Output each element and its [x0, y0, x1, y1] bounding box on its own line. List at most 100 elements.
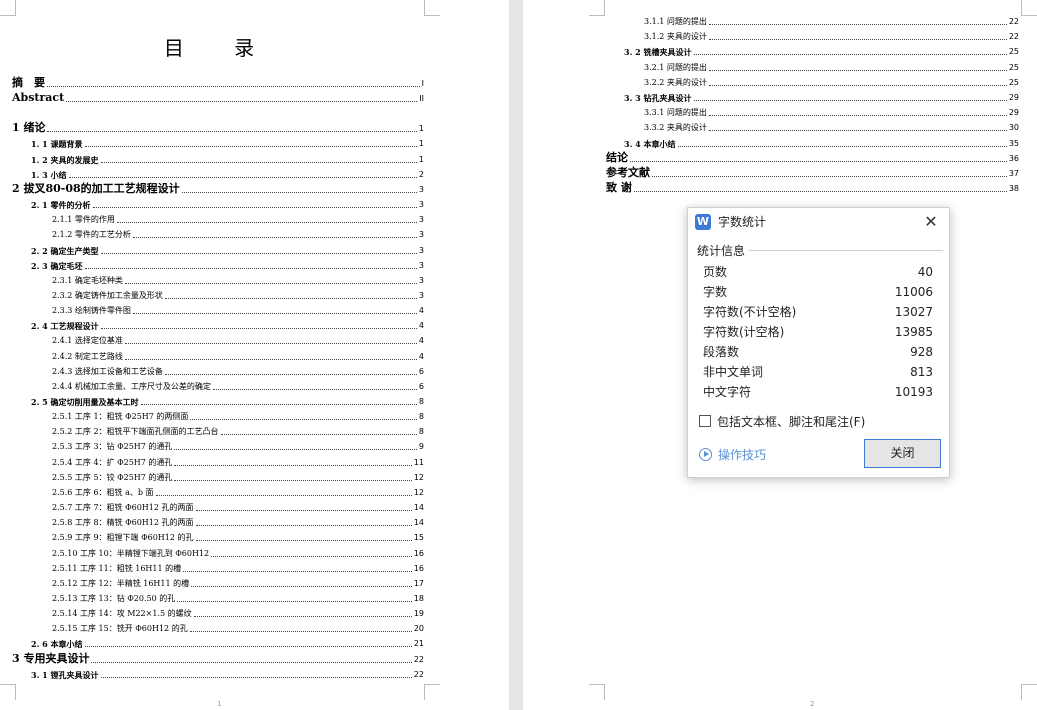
- toc-entry[interactable]: 3. 1 镗孔夹具设计 22: [31, 666, 424, 680]
- toc-entry[interactable]: 3.2.2 夹具的设计 25: [644, 74, 1019, 88]
- toc-entry[interactable]: 2.1.2 零件的工艺分析 3: [52, 226, 424, 240]
- toc-entry[interactable]: 1 绪论 1: [12, 120, 424, 134]
- toc-dot-leader: [190, 419, 417, 421]
- toc-entry-page: 3: [418, 230, 424, 240]
- toc-entry-page: 8: [418, 397, 424, 406]
- toc-entry[interactable]: 3.2.1 问题的提出 25: [644, 59, 1019, 73]
- toc-entry[interactable]: 2.5.10 工序 10：半精镗下端孔到 Φ60H12 16: [52, 545, 424, 559]
- divider: [749, 249, 943, 251]
- toc-entry[interactable]: 2. 4 工艺规程设计 4: [31, 317, 424, 331]
- toc-dot-leader: [220, 434, 417, 436]
- toc-entry-title: 2. 2 确定生产类型: [31, 245, 99, 256]
- close-button[interactable]: 关闭: [864, 439, 941, 468]
- toc-entry-title: Abstract: [12, 91, 65, 105]
- toc-entry[interactable]: 2.4.1 选择定位基准 4: [52, 332, 424, 346]
- document-page-1: 目 录 摘 要 I Abstract II 1 绪论 1 1. 1 课题背景 1 1. 2 夹具…: [0, 0, 509, 710]
- toc-entry-page: 25: [1008, 47, 1019, 57]
- word-count-dialog: W 字数统计 ✕ 统计信息 页数 40 字数 11006 字符数(不计空格) 13027 字…: [687, 207, 950, 478]
- toc-entry[interactable]: 2.4.2 制定工艺路线 4: [52, 348, 424, 362]
- toc-entry[interactable]: 2.3.3 绘制铸件零件图 4: [52, 302, 424, 316]
- toc-entry-title: 3.2.1 问题的提出: [644, 62, 707, 72]
- toc-entry[interactable]: 结论 36: [606, 150, 1019, 164]
- toc-entry[interactable]: 2.5.14 工序 14：攻 M22×1.5 的螺纹 19: [52, 605, 424, 619]
- toc-entry[interactable]: 2. 1 零件的分析 3: [31, 196, 424, 210]
- toc-entry[interactable]: 摘 要I: [12, 75, 424, 89]
- toc-entry[interactable]: 2.5.12 工序 12：半精铣 16H11 的槽 17: [52, 575, 424, 589]
- toc-entry-title: 2.5.10 工序 10：半精镗下端孔到 Φ60H12: [52, 548, 210, 558]
- toc-entry-title: 3. 2 铣槽夹具设计: [624, 47, 692, 58]
- toc-entry[interactable]: 3. 2 铣槽夹具设计 25: [624, 43, 1019, 57]
- toc-entry[interactable]: 参考文献 37: [606, 165, 1019, 179]
- toc-entry-title: 2.3.3 绘制铸件零件图: [52, 306, 131, 316]
- toc-entry-page: 30: [1008, 123, 1019, 133]
- toc-dot-leader: [124, 343, 417, 345]
- stat-value: 13985: [894, 325, 933, 339]
- toc-entry[interactable]: 2.5.13 工序 13：钻 Φ20.50 的孔 18: [52, 590, 424, 604]
- toc-entry[interactable]: 3. 3 钻孔夹具设计 29: [624, 89, 1019, 103]
- toc-entry[interactable]: Abstract II: [12, 90, 424, 104]
- toc-entry[interactable]: 2.4.4 机械加工余量、工序尺寸及公差的确定 6: [52, 378, 424, 392]
- toc-entry[interactable]: 2.5.8 工序 8：精铣 Φ60H12 孔的两面 14: [52, 514, 424, 528]
- toc-entry[interactable]: 2.5.7 工序 7：粗铣 Φ60H12 孔的两面 14: [52, 499, 424, 513]
- toc-entry-title: 2.5.12 工序 12：半精铣 16H11 的槽: [52, 578, 190, 588]
- dialog-title: 字数统计: [718, 215, 767, 229]
- toc-entry[interactable]: 3.1.1 问题的提出 22: [644, 13, 1019, 27]
- toc-entry[interactable]: 3.1.2 夹具的设计 22: [644, 28, 1019, 42]
- toc-entry-title: 2.1.1 零件的作用: [52, 215, 115, 225]
- toc-entry[interactable]: 2.1.1 零件的作用 3: [52, 211, 424, 225]
- stat-label: 非中文单词: [703, 365, 764, 379]
- toc-entry[interactable]: 2.5.9 工序 9：粗镗下端 Φ60H12 的孔 15: [52, 529, 424, 543]
- include-textbox-footnotes-checkbox[interactable]: [699, 415, 711, 427]
- toc-entry[interactable]: 3.3.2 夹具的设计 30: [644, 119, 1019, 133]
- toc-entry[interactable]: 2.5.6 工序 6：粗铣 a、b 面 12: [52, 484, 424, 498]
- toc-entry[interactable]: 3 专用夹具设计 22: [12, 651, 424, 665]
- tips-link[interactable]: 操作技巧: [699, 446, 766, 462]
- toc-entry[interactable]: 1. 3 小结 2: [31, 166, 424, 180]
- close-icon[interactable]: ✕: [921, 212, 941, 232]
- toc-entry-page: I: [421, 79, 424, 88]
- toc-dot-leader: [195, 510, 412, 512]
- toc-entry[interactable]: 2.5.15 工序 15：铣开 Φ60H12 的孔 20: [52, 620, 424, 634]
- include-textbox-footnotes-label[interactable]: 包括文本框、脚注和尾注(F): [717, 413, 865, 430]
- toc-entry[interactable]: 1. 2 夹具的发展史 1: [31, 151, 424, 165]
- toc-entry-title: 摘 要: [12, 76, 45, 89]
- toc-entry-title: 3.1.2 夹具的设计: [644, 32, 707, 42]
- toc-dot-leader: [633, 191, 1007, 193]
- toc-entry[interactable]: 3.3.1 问题的提出 29: [644, 104, 1019, 118]
- toc-entry[interactable]: 2.4.3 选择加工设备和工艺设备 6: [52, 363, 424, 377]
- toc-entry[interactable]: 2.5.1 工序 1：粗铣 Φ25H7 的两侧面 8: [52, 408, 424, 422]
- dialog-title-bar[interactable]: W 字数统计 ✕: [688, 208, 949, 236]
- toc-entry[interactable]: 3. 4 本章小结 35: [624, 135, 1019, 149]
- toc-entry[interactable]: 2.5.11 工序 11：粗铣 16H11 的槽 16: [52, 560, 424, 574]
- toc-dot-leader: [132, 313, 417, 315]
- stat-value: 11006: [894, 285, 933, 299]
- page-corner-mark: [0, 0, 16, 16]
- toc-entry[interactable]: 2 拔叉80-08的加工工艺规程设计 3: [12, 181, 424, 195]
- include-textbox-footnotes-option[interactable]: 包括文本框、脚注和尾注(F): [699, 413, 865, 429]
- toc-entry[interactable]: 2. 5 确定切削用量及基本工时 8: [31, 393, 424, 407]
- toc-dot-leader: [174, 464, 412, 466]
- toc-dot-leader: [212, 388, 417, 390]
- toc-entry[interactable]: 2.3.2 确定铸件加工余量及形状 3: [52, 287, 424, 301]
- toc-entry-title: 3. 4 本章小结: [624, 138, 676, 149]
- stat-value: 40: [917, 265, 933, 279]
- toc-entry[interactable]: 2.5.3 工序 3：钻 Φ25H7 的通孔 9: [52, 438, 424, 452]
- toc-entry[interactable]: 2.3.1 确定毛坯种类 3: [52, 272, 424, 286]
- toc-entry[interactable]: 2.5.4 工序 4：扩 Φ25H7 的通孔 11: [52, 454, 424, 468]
- toc-dot-leader: [708, 24, 1007, 25]
- toc-entry-page: 22: [413, 669, 424, 679]
- toc-entry[interactable]: 致 谢 38: [606, 180, 1019, 194]
- toc-entry[interactable]: 1. 1 课题背景 1: [31, 135, 424, 149]
- toc-entry-title: 2.4.4 机械加工余量、工序尺寸及公差的确定: [52, 381, 211, 391]
- toc-entry[interactable]: 2.5.2 工序 2：粗铣平下端面孔侧面的工艺凸台 8: [52, 423, 424, 437]
- toc-entry[interactable]: 2. 6 本章小结 21: [31, 635, 424, 649]
- toc-dot-leader: [84, 146, 417, 148]
- toc-entry[interactable]: 2. 2 确定生产类型 3: [31, 242, 424, 256]
- toc-entry-title: 2. 5 确定切削用量及基本工时: [31, 397, 139, 407]
- toc-dot-leader: [124, 282, 417, 284]
- toc-entry[interactable]: 2.5.5 工序 5：铰 Φ25H7 的通孔 12: [52, 469, 424, 483]
- tips-link-label[interactable]: 操作技巧: [718, 446, 766, 463]
- toc-dot-leader: [84, 646, 412, 648]
- toc-dot-leader: [132, 237, 417, 239]
- toc-entry[interactable]: 2. 3 确定毛坯 3: [31, 257, 424, 271]
